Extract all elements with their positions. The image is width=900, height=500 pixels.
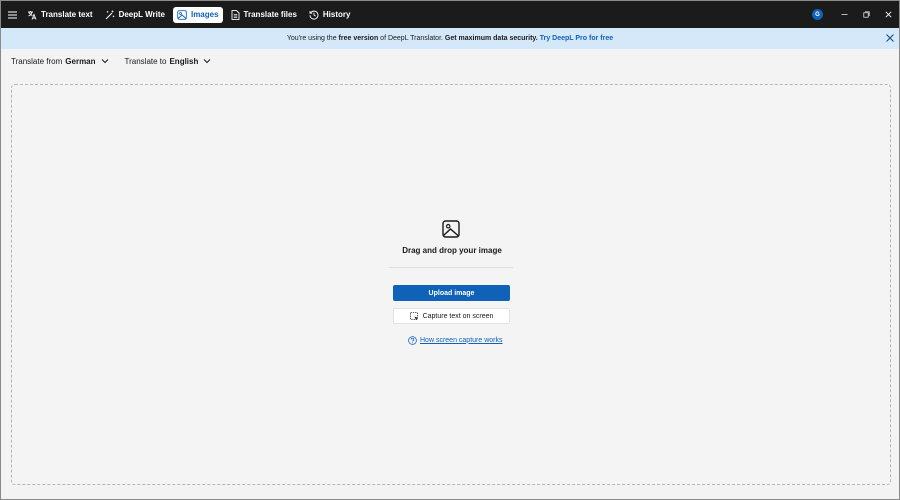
translate-icon: [28, 10, 37, 20]
chevron-down-icon: [101, 59, 108, 64]
tab-history-label: History: [322, 10, 351, 19]
banner-text-mid: of DeepL Translator.: [378, 35, 445, 42]
tab-deepl-write[interactable]: DeepL Write: [101, 7, 169, 23]
banner-text: You're using the free version of DeepL T…: [287, 35, 613, 42]
tab-translate-text-label: Translate text: [41, 10, 93, 19]
magic-wand-icon: [105, 10, 114, 19]
source-language-dropdown[interactable]: Translate from German: [11, 57, 109, 66]
free-version-banner: You're using the free version of DeepL T…: [1, 28, 899, 49]
capture-text-label: Capture text on screen: [422, 312, 494, 320]
banner-free-version: free version: [338, 35, 379, 42]
tab-images[interactable]: Images: [172, 6, 223, 23]
screen-capture-icon: [409, 311, 418, 320]
tab-history[interactable]: History: [305, 7, 355, 23]
divider: [389, 267, 513, 268]
drop-zone-content: Drag and drop your image Upload image Ca…: [12, 85, 892, 486]
tab-translate-files-label: Translate files: [243, 10, 297, 19]
avatar[interactable]: G: [812, 9, 823, 20]
chevron-down-icon: [204, 59, 211, 64]
language-bar: Translate from German Translate to Engli…: [11, 54, 227, 68]
screen-capture-help-link[interactable]: How screen capture works: [408, 335, 502, 345]
source-language-label: Translate from: [11, 56, 63, 66]
capture-text-button[interactable]: Capture text on screen: [393, 308, 510, 324]
minimize-icon: [841, 14, 847, 15]
menu-icon: [7, 11, 17, 18]
close-window-button[interactable]: [877, 1, 899, 28]
image-icon: [442, 220, 460, 238]
target-language-value: English: [169, 56, 199, 66]
help-icon: [408, 335, 417, 345]
minimize-button[interactable]: [833, 1, 855, 28]
drop-instructions: Drag and drop your image: [402, 246, 502, 255]
target-language-label: Translate to: [124, 56, 167, 66]
image-icon: [177, 9, 187, 20]
screen-capture-help-label: How screen capture works: [420, 336, 503, 344]
close-icon: [885, 11, 891, 18]
main-nav: Translate text DeepL Write Images Transl…: [23, 1, 358, 28]
tab-translate-text[interactable]: Translate text: [23, 7, 97, 23]
target-language-dropdown[interactable]: Translate to English: [125, 57, 212, 66]
history-icon: [309, 10, 319, 20]
title-bar: Translate text DeepL Write Images Transl…: [1, 1, 899, 28]
image-drop-zone[interactable]: Drag and drop your image Upload image Ca…: [11, 84, 891, 485]
source-language-value: German: [65, 56, 96, 66]
banner-close-icon[interactable]: [885, 33, 895, 43]
banner-text-pre: You're using the: [286, 35, 339, 42]
restore-icon: [862, 11, 870, 18]
tab-translate-files[interactable]: Translate files: [227, 7, 301, 23]
hamburger-menu-button[interactable]: [1, 1, 23, 28]
restore-button[interactable]: [855, 1, 877, 28]
window-controls: G: [812, 1, 899, 28]
upload-image-button[interactable]: Upload image: [393, 285, 510, 301]
tab-deepl-write-label: DeepL Write: [118, 10, 165, 19]
banner-data-security: Get maximum data security.: [444, 35, 538, 42]
tab-images-label: Images: [190, 10, 219, 19]
try-pro-link[interactable]: Try DeepL Pro for free: [540, 35, 613, 42]
document-icon: [231, 9, 239, 20]
